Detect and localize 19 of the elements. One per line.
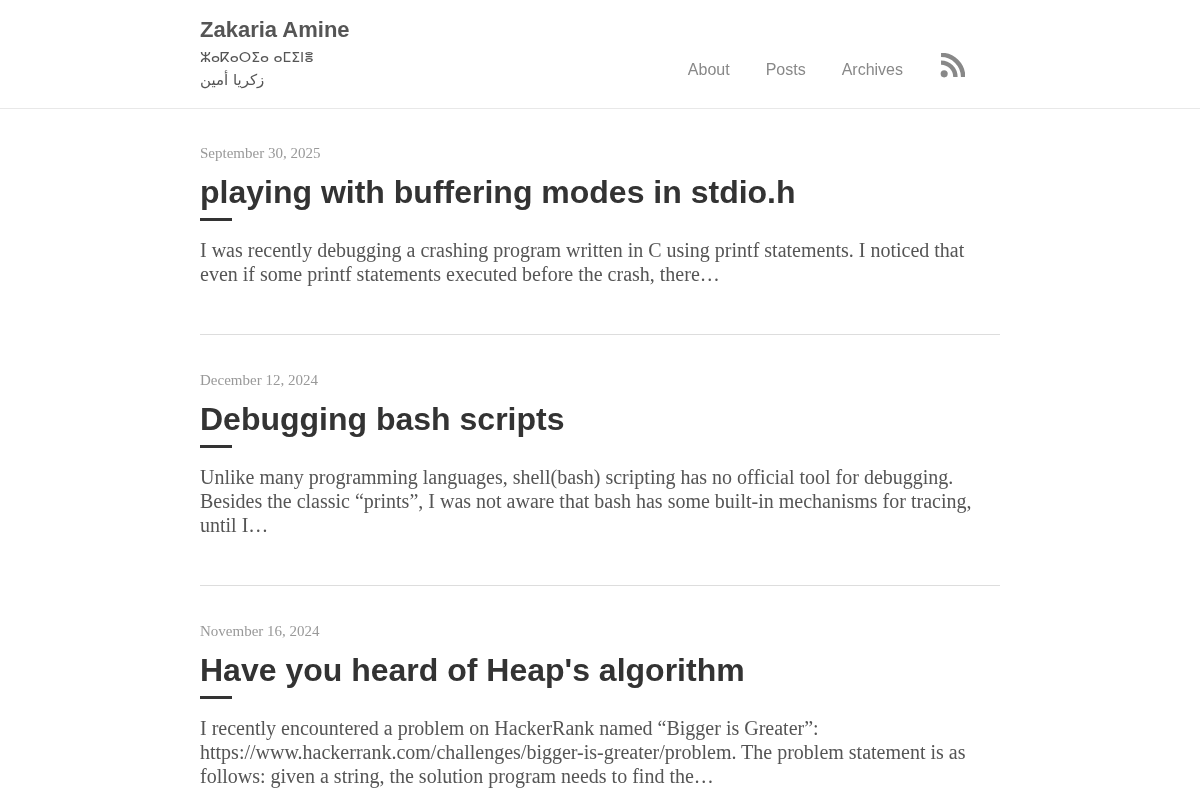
title-underline: [200, 445, 232, 448]
site-subtitle: زكريا أمين: [200, 69, 265, 91]
post-date: December 12, 2024: [200, 371, 318, 390]
nav-link[interactable]: Archives: [841, 58, 903, 82]
rss-icon[interactable]: [940, 52, 965, 78]
post-excerpt: Unlike many programming languages, shell(bash) scripting has no official tool for debugging. Besides the classic “prints”, I was not aware that bash has some built-in mechanisms for tracing, until I…: [200, 465, 973, 537]
post-title-link[interactable]: Have you heard of Heap's algorithm: [200, 650, 745, 690]
site-title[interactable]: Zakaria Amine: [200, 16, 350, 44]
site-subtitle: ⵣⴰⴽⴰⵔⵉⴰ ⴰⵎⵉⵏⴻ: [200, 48, 314, 67]
post-title-link[interactable]: Debugging bash scripts: [200, 399, 565, 439]
post-title-link[interactable]: playing with buffering modes in stdio.h: [200, 172, 796, 212]
title-underline: [200, 696, 232, 699]
post-date: November 16, 2024: [200, 622, 320, 641]
post-excerpt: I was recently debugging a crashing program written in C using printf statements. I noticed that even if some printf statements executed before the crash, there…: [200, 238, 966, 286]
post-date: September 30, 2025: [200, 144, 321, 163]
nav-link[interactable]: About: [687, 58, 730, 82]
post-excerpt: I recently encountered a problem on HackerRank named “Bigger is Greater”: https://www.hackerrank.com/challenges/bigger-is-greater/problem. The problem statement is as follows: given a string, the solution program needs to find the…: [200, 716, 967, 788]
title-underline: [200, 218, 232, 221]
nav-link[interactable]: Posts: [765, 58, 806, 82]
